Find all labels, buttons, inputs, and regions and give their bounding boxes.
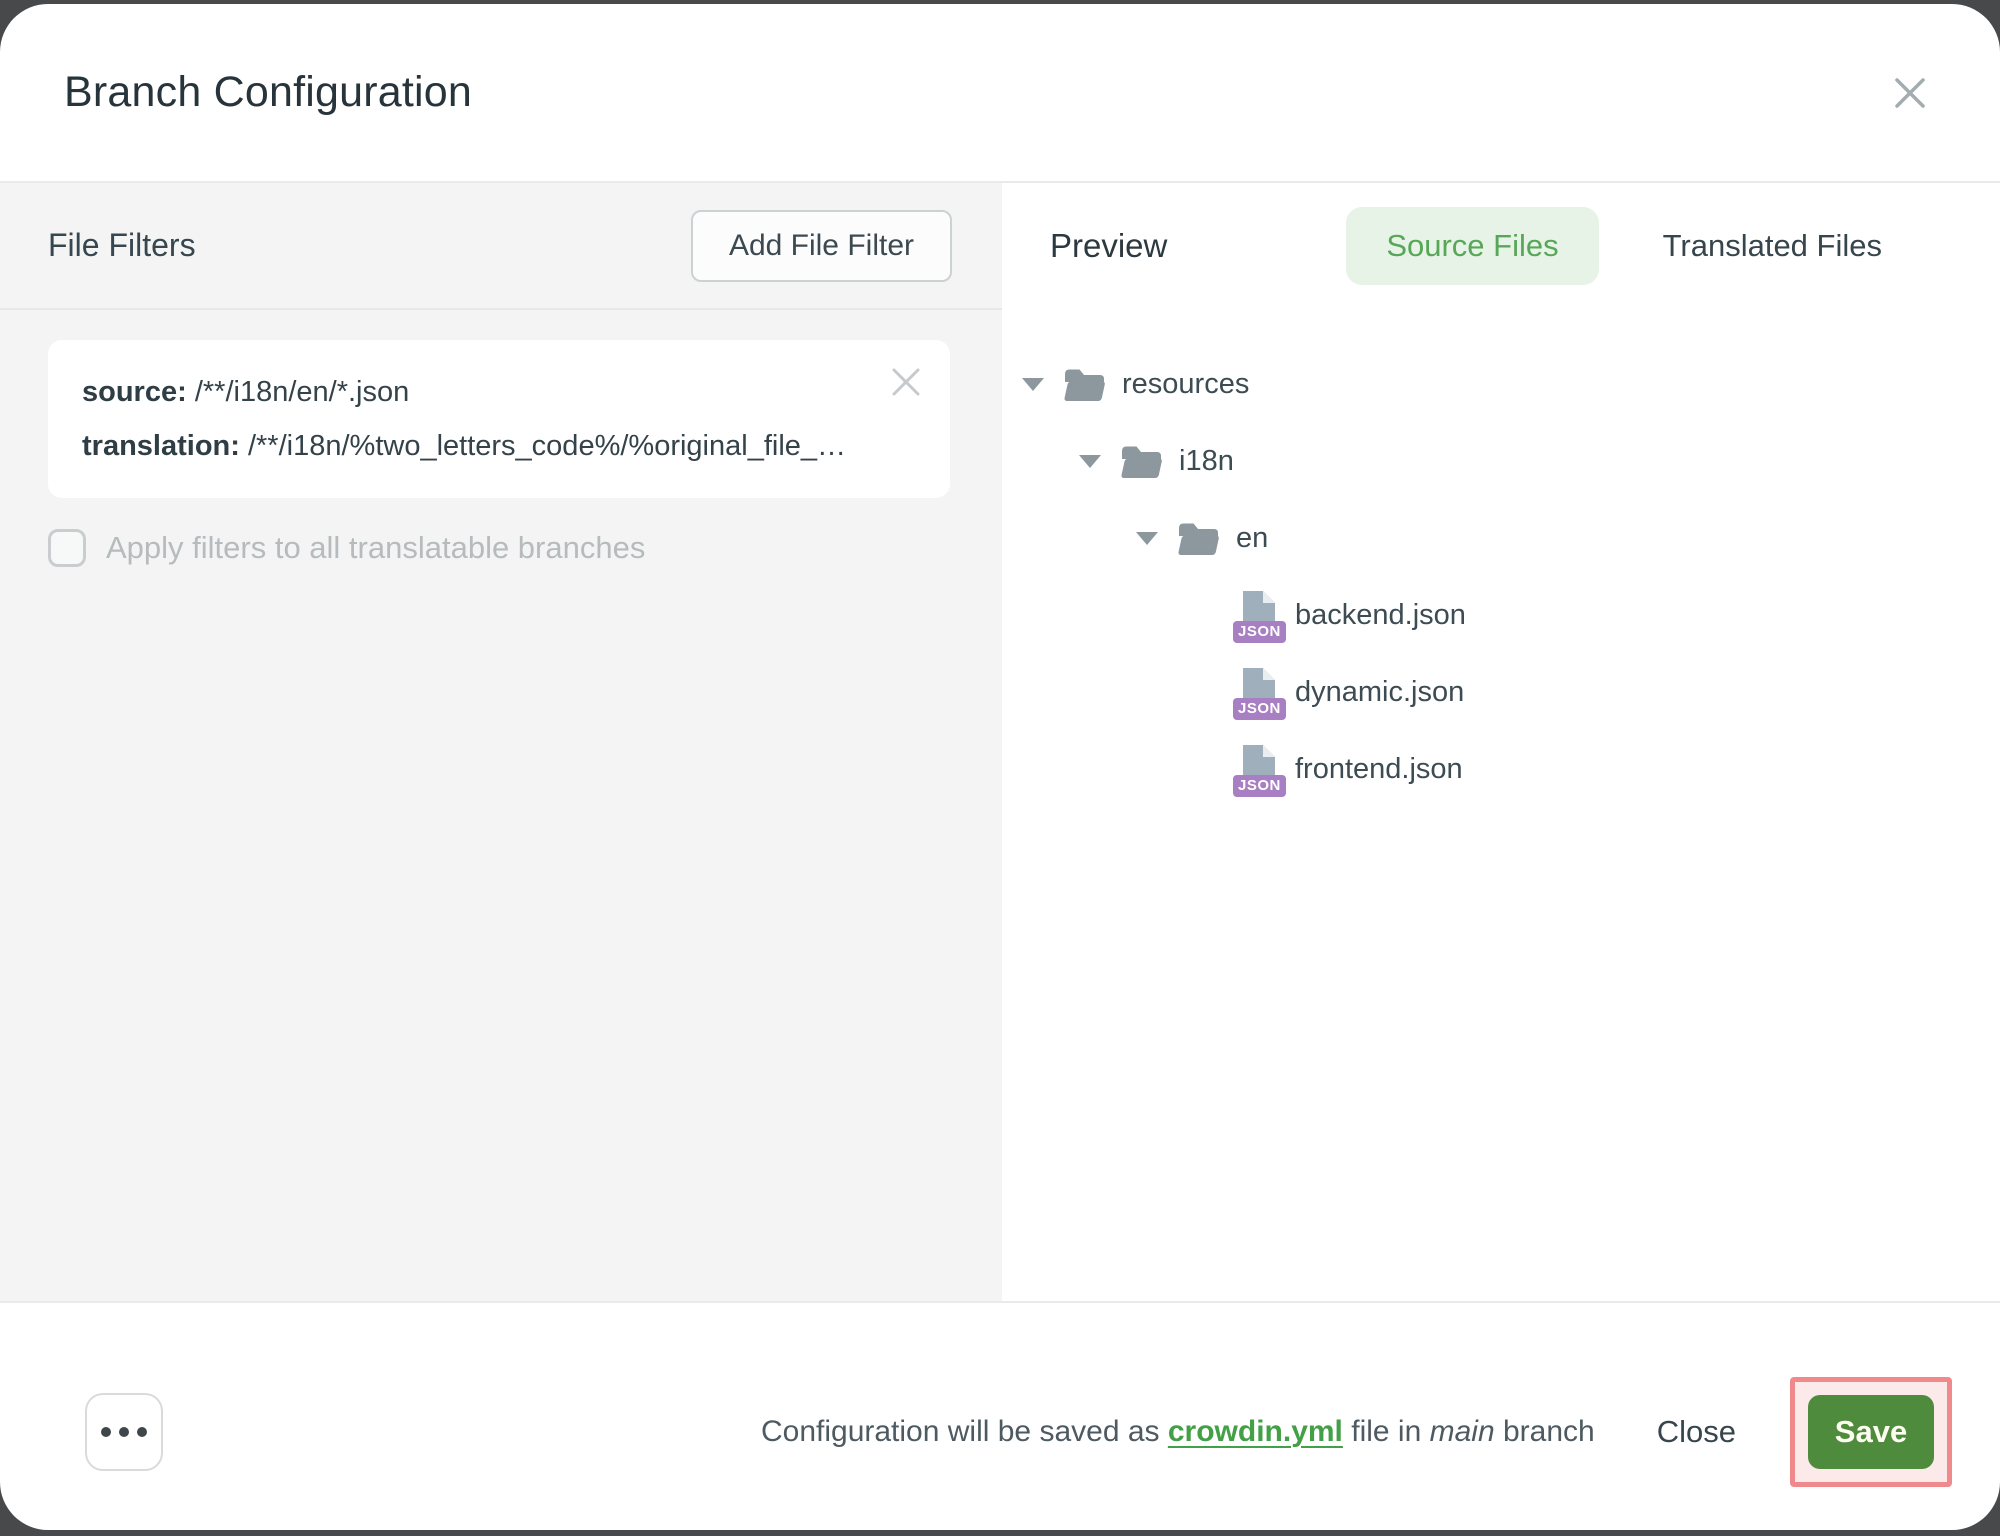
tree-row-backend.json[interactable]: JSON backend.json — [1002, 577, 2000, 654]
filter-translation-value: /**/i18n/%two_letters_code%/%original_fi… — [248, 430, 846, 462]
filter-translation-line: translation: /**/i18n/%two_letters_code%… — [82, 419, 860, 473]
json-badge: JSON — [1233, 775, 1286, 797]
folder-icon — [1062, 366, 1106, 404]
close-button[interactable]: Close — [1651, 1413, 1742, 1451]
save-button-highlight: Save — [1790, 1377, 1952, 1487]
file-filters-content: source: /**/i18n/en/*.json translation: … — [0, 310, 1002, 597]
modal-close-button[interactable] — [1884, 67, 1936, 119]
save-note-prefix: Configuration will be saved as — [761, 1415, 1168, 1448]
apply-filters-row: Apply filters to all translatable branch… — [48, 529, 954, 567]
file-filters-panel: File Filters Add File Filter source: /**… — [0, 183, 1002, 1301]
close-icon — [888, 364, 924, 400]
tree-row-en[interactable]: en — [1002, 500, 2000, 577]
json-file-icon: JSON — [1233, 743, 1281, 797]
caret-down-icon[interactable] — [1079, 455, 1101, 468]
tab-source-files[interactable]: Source Files — [1346, 207, 1598, 285]
tree-row-dynamic.json[interactable]: JSON dynamic.json — [1002, 654, 2000, 731]
filter-translation-label: translation: — [82, 430, 240, 462]
tree-item-label: frontend.json — [1295, 753, 1463, 786]
json-file-icon: JSON — [1233, 666, 1281, 720]
json-badge: JSON — [1233, 621, 1286, 643]
filter-source-line: source: /**/i18n/en/*.json — [82, 365, 860, 419]
tree-row-frontend.json[interactable]: JSON frontend.json — [1002, 731, 2000, 808]
tree-row-resources[interactable]: resources — [1002, 346, 2000, 423]
save-note-middle: file in — [1343, 1415, 1430, 1448]
crowdin-yml-link[interactable]: crowdin.yml — [1168, 1415, 1343, 1448]
tree-item-label: resources — [1122, 368, 1249, 401]
save-note-suffix: branch — [1495, 1415, 1595, 1448]
save-note: Configuration will be saved as crowdin.y… — [761, 1415, 1595, 1449]
more-options-button[interactable] — [85, 1393, 163, 1471]
tree-item-label: dynamic.json — [1295, 676, 1464, 709]
modal-header: Branch Configuration — [0, 4, 2000, 181]
file-filters-title: File Filters — [48, 227, 691, 264]
modal-body: File Filters Add File Filter source: /**… — [0, 183, 2000, 1301]
tree-row-i18n[interactable]: i18n — [1002, 423, 2000, 500]
apply-filters-label: Apply filters to all translatable branch… — [106, 530, 645, 566]
filter-source-value: /**/i18n/en/*.json — [195, 376, 409, 408]
folder-icon — [1119, 443, 1163, 481]
tree-item-label: i18n — [1179, 445, 1234, 478]
json-file-icon: JSON — [1233, 589, 1281, 643]
file-tree: resources i18n en JSON backend.json JSON dynam… — [1002, 308, 2000, 808]
apply-filters-checkbox[interactable] — [48, 529, 86, 567]
tree-item-label: backend.json — [1295, 599, 1466, 632]
branch-configuration-modal: Branch Configuration File Filters Add Fi… — [0, 4, 2000, 1530]
folder-icon — [1176, 520, 1220, 558]
preview-header: Preview Source Files Translated Files — [1002, 183, 2000, 308]
add-file-filter-button[interactable]: Add File Filter — [691, 210, 952, 282]
filter-source-label: source: — [82, 376, 187, 408]
tab-translated-files[interactable]: Translated Files — [1623, 207, 1922, 285]
caret-down-icon[interactable] — [1136, 532, 1158, 545]
caret-down-icon[interactable] — [1022, 378, 1044, 391]
modal-footer: Configuration will be saved as crowdin.y… — [0, 1303, 2000, 1530]
file-filters-header: File Filters Add File Filter — [0, 183, 1002, 310]
modal-title: Branch Configuration — [64, 68, 472, 117]
preview-panel: Preview Source Files Translated Files re… — [1002, 183, 2000, 1301]
remove-filter-button[interactable] — [888, 364, 924, 400]
json-badge: JSON — [1233, 698, 1286, 720]
ellipsis-icon — [101, 1427, 147, 1437]
close-icon — [1892, 75, 1928, 111]
branch-name: main — [1430, 1415, 1495, 1448]
preview-title: Preview — [1050, 227, 1346, 265]
tree-item-label: en — [1236, 522, 1268, 555]
save-button[interactable]: Save — [1808, 1395, 1934, 1469]
file-filter-card: source: /**/i18n/en/*.json translation: … — [48, 340, 950, 498]
